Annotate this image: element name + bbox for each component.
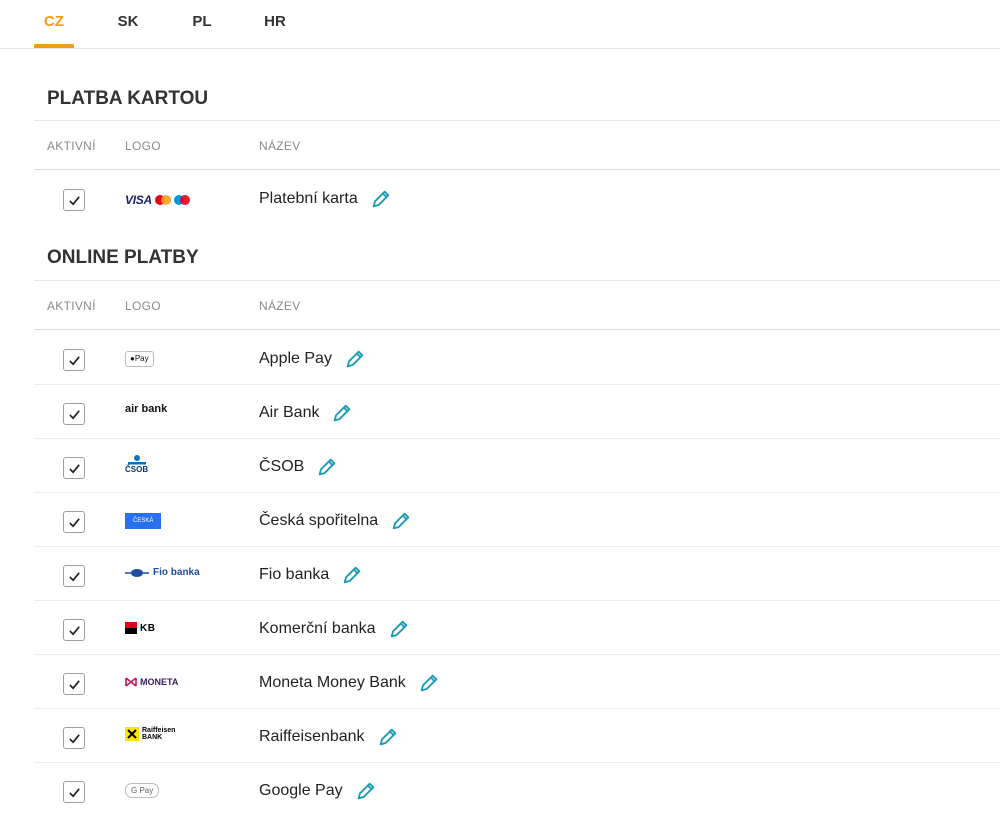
air-bank-logo: air bank (125, 403, 168, 415)
column-header-name: NÁZEV (259, 299, 301, 313)
checkmark-icon (68, 463, 80, 473)
column-header-logo: LOGO (125, 299, 161, 313)
payment-name-label: Platební karta (259, 190, 358, 207)
raiffeisen-logo: Raiffeisen BANK (125, 727, 175, 741)
edit-pencil-icon[interactable] (418, 672, 440, 694)
fio-banka-logo: Fio banka (125, 567, 200, 578)
checkmark-icon (68, 787, 80, 797)
payment-name-label: Google Pay (259, 782, 343, 799)
kb-square-icon (125, 622, 137, 634)
edit-pencil-icon[interactable] (390, 510, 412, 532)
table-row: MONETA Moneta Money Bank (0, 655, 1000, 709)
divider (34, 280, 1000, 281)
column-header-name: NÁZEV (259, 139, 301, 153)
column-header-active: AKTIVNÍ (47, 299, 96, 313)
payment-name-label: Česká spořitelna (259, 512, 379, 529)
active-checkbox[interactable] (63, 457, 85, 479)
edit-pencil-icon[interactable] (355, 780, 377, 802)
ceska-sporitelna-logo: ČESKÁ (125, 513, 162, 529)
edit-pencil-icon[interactable] (388, 618, 410, 640)
payment-name: ČSOB (259, 456, 338, 478)
table-row: G Pay Google Pay (0, 763, 1000, 817)
checkmark-icon (68, 409, 80, 419)
edit-pencil-icon[interactable] (331, 402, 353, 424)
section-title-card-payment: PLATBA KARTOU (47, 88, 209, 109)
active-checkbox[interactable] (63, 511, 85, 533)
checkmark-icon (68, 571, 80, 581)
active-tab-indicator (34, 44, 74, 48)
tab-cz[interactable]: CZ (34, 0, 74, 48)
payment-name-label: ČSOB (259, 458, 305, 475)
table-row: ●Pay Apple Pay (0, 331, 1000, 385)
language-tabs: CZ SK PL HR (0, 0, 1000, 49)
checkmark-icon (68, 195, 80, 205)
payment-name-label: Raiffeisenbank (259, 728, 365, 745)
payment-name: Česká spořitelna (259, 510, 412, 532)
header-divider (34, 169, 1000, 170)
tab-pl[interactable]: PL (182, 0, 222, 46)
tab-hr-label: HR (264, 13, 286, 30)
divider (34, 120, 1000, 121)
tab-cz-label: CZ (44, 13, 64, 30)
tab-hr[interactable]: HR (255, 0, 295, 46)
table-row: VISA Platební karta (0, 172, 1000, 226)
edit-pencil-icon[interactable] (316, 456, 338, 478)
payment-name: Apple Pay (259, 348, 366, 370)
raiffeisen-gable-icon (125, 727, 139, 741)
table-row: KB Komerční banka (0, 601, 1000, 655)
section-title-online-payments: ONLINE PLATBY (47, 247, 199, 268)
column-header-active: AKTIVNÍ (47, 139, 96, 153)
tab-pl-label: PL (192, 13, 212, 30)
moneta-mark-icon (125, 677, 137, 687)
payment-name: Google Pay (259, 780, 377, 802)
active-checkbox[interactable] (63, 781, 85, 803)
active-checkbox[interactable] (63, 565, 85, 587)
header-divider (34, 329, 1000, 330)
checkmark-icon (68, 625, 80, 635)
edit-pencil-icon[interactable] (341, 564, 363, 586)
moneta-logo: MONETA (125, 677, 178, 687)
active-checkbox[interactable] (63, 403, 85, 425)
checkmark-icon (68, 733, 80, 743)
komercni-banka-logo: KB (125, 622, 155, 634)
visa-mastercard-logo: VISA (125, 191, 191, 209)
column-header-logo: LOGO (125, 139, 161, 153)
mastercard-maestro-icon (154, 195, 190, 205)
table-row: ČESKÁ Česká spořitelna (0, 493, 1000, 547)
payment-name: Platební karta (259, 188, 392, 210)
payment-name: Raiffeisenbank (259, 726, 399, 748)
edit-pencil-icon[interactable] (344, 348, 366, 370)
apple-pay-logo: ●Pay (125, 351, 154, 367)
payment-name: Fio banka (259, 564, 363, 586)
table-row: air bank Air Bank (0, 385, 1000, 439)
active-checkbox[interactable] (63, 727, 85, 749)
edit-pencil-icon[interactable] (377, 726, 399, 748)
checkmark-icon (68, 355, 80, 365)
edit-pencil-icon[interactable] (370, 188, 392, 210)
checkmark-icon (68, 679, 80, 689)
csob-logo: ČSOB (125, 455, 148, 474)
google-pay-logo: G Pay (125, 783, 160, 798)
table-row: ČSOB ČSOB (0, 439, 1000, 493)
payment-name: Komerční banka (259, 618, 410, 640)
active-checkbox[interactable] (63, 619, 85, 641)
payment-name: Air Bank (259, 402, 353, 424)
checkmark-icon (68, 517, 80, 527)
active-checkbox[interactable] (63, 349, 85, 371)
payment-name-label: Moneta Money Bank (259, 674, 406, 691)
active-checkbox[interactable] (63, 189, 85, 211)
payment-name-label: Komerční banka (259, 620, 376, 637)
tab-sk[interactable]: SK (108, 0, 148, 46)
tab-sk-label: SK (117, 13, 139, 30)
table-row: Fio banka Fio banka (0, 547, 1000, 601)
payment-name: Moneta Money Bank (259, 672, 440, 694)
payment-name-label: Apple Pay (259, 350, 332, 367)
active-checkbox[interactable] (63, 673, 85, 695)
csob-wave-icon (127, 455, 146, 465)
table-row: Raiffeisen BANK Raiffeisenbank (0, 709, 1000, 763)
payment-name-label: Fio banka (259, 566, 330, 583)
fio-arrow-icon (125, 568, 149, 577)
payment-name-label: Air Bank (259, 404, 320, 421)
